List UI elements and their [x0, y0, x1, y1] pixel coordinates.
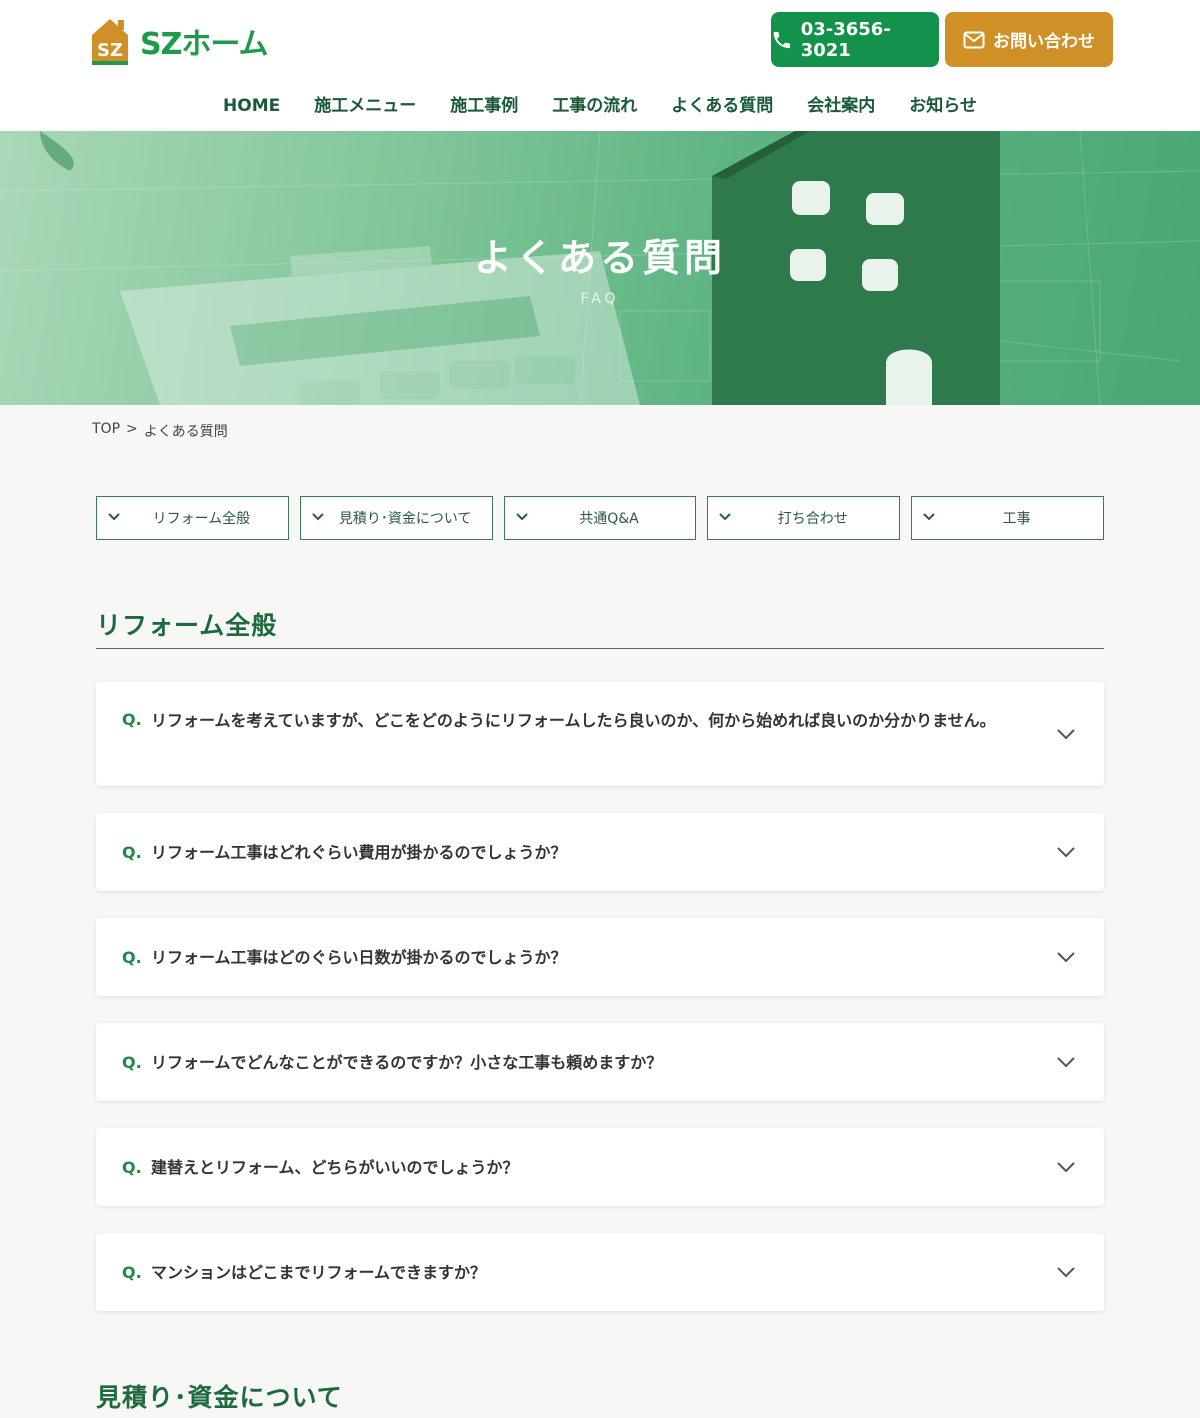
faq-question: リフォームでどんなことができるのですか？小さな工事も頼めますか？ — [151, 1053, 663, 1072]
hero-banner: よくある質問 FAQ — [0, 131, 1200, 405]
breadcrumb-current: よくある質問 — [143, 424, 228, 440]
tab-label: 打ち合わせ — [777, 511, 848, 527]
house-logo-icon: SZ — [88, 17, 132, 65]
page-title: よくある質問 — [473, 236, 726, 280]
main-nav: HOME 施工メニュー 施工事例 工事の流れ よくある質問 会社案内 お知らせ — [0, 88, 1200, 124]
faq-question: マンションはどこまでリフォームできますか？ — [151, 1263, 487, 1282]
section-title-estimate-funds: 見積り･資金について — [96, 1383, 343, 1412]
faq-question: リフォーム工事はどれぐらい費用が掛かるのでしょうか？ — [151, 843, 567, 862]
faq-item[interactable]: Q. マンションはどこまでリフォームできますか？ — [96, 1233, 1104, 1311]
breadcrumb-separator: > — [126, 421, 138, 437]
tab-label: 見積り･資金について — [338, 511, 472, 527]
tab-label: 工事 — [1002, 511, 1031, 527]
site-logo[interactable]: SZ SZホーム — [88, 16, 268, 66]
phone-icon — [773, 31, 790, 48]
chevron-down-icon — [1057, 952, 1075, 963]
faq-q-prefix: Q. — [122, 1263, 142, 1282]
site-header: SZ SZホーム 03-3656-3021 お問い合わせ HOME 施工メニュー… — [0, 0, 1200, 131]
faq-question: リフォーム工事はどのぐらい日数が掛かるのでしょうか？ — [151, 948, 567, 967]
section-title-reform-general: リフォーム全般 — [96, 606, 1104, 649]
faq-question: リフォームを考えていますが、どこをどのようにリフォームしたら良いのか、何から始め… — [151, 711, 996, 730]
tab-label: 共通Q&A — [579, 511, 639, 527]
logo-text: SZホーム — [140, 27, 268, 62]
chevron-down-icon — [1057, 1267, 1075, 1278]
chevron-down-icon — [1057, 1162, 1075, 1173]
faq-q-prefix: Q. — [122, 710, 142, 729]
tab-common-qa[interactable]: 共通Q&A — [503, 496, 697, 540]
tab-construction[interactable]: 工事 — [911, 496, 1104, 540]
chevron-down-icon — [1057, 847, 1075, 858]
chevron-down-icon — [108, 513, 120, 521]
nav-item-faq[interactable]: よくある質問 — [654, 88, 790, 124]
tab-estimate-funds[interactable]: 見積り･資金について — [299, 496, 493, 540]
nav-item-company[interactable]: 会社案内 — [790, 88, 892, 124]
chevron-down-icon — [312, 513, 324, 521]
category-tabs: リフォーム全般 見積り･資金について 共通Q&A 打ち合わせ 工事 — [96, 496, 1104, 540]
page-subtitle: FAQ — [580, 291, 620, 307]
tab-reform-general[interactable]: リフォーム全般 — [96, 496, 289, 540]
nav-item-home[interactable]: HOME — [206, 88, 297, 124]
breadcrumb-home-link[interactable]: TOP — [92, 421, 120, 441]
tab-label: リフォーム全般 — [152, 511, 251, 527]
nav-item-flow[interactable]: 工事の流れ — [535, 88, 654, 124]
faq-item[interactable]: Q. リフォームでどんなことができるのですか？小さな工事も頼めますか？ — [96, 1023, 1104, 1101]
chevron-down-icon — [1057, 1057, 1075, 1068]
chevron-down-icon — [515, 513, 528, 521]
breadcrumb: TOP > よくある質問 — [92, 421, 228, 441]
faq-question: 建替えとリフォーム、どちらがいいのでしょうか？ — [151, 1158, 519, 1177]
tab-meeting[interactable]: 打ち合わせ — [707, 496, 901, 540]
chevron-down-icon — [719, 513, 732, 521]
faq-q-prefix: Q. — [122, 948, 142, 967]
contact-label: お問い合わせ — [993, 32, 1095, 52]
logo-badge-text: SZ — [97, 40, 123, 61]
nav-item-news[interactable]: お知らせ — [892, 88, 994, 124]
faq-item[interactable]: Q. 建替えとリフォーム、どちらがいいのでしょうか？ — [96, 1128, 1104, 1206]
chevron-down-icon — [923, 513, 935, 521]
phone-button[interactable]: 03-3656-3021 — [771, 12, 939, 67]
nav-item-works[interactable]: 施工事例 — [433, 88, 535, 124]
faq-q-prefix: Q. — [122, 1158, 142, 1177]
faq-q-prefix: Q. — [122, 1053, 142, 1072]
faq-item[interactable]: Q. リフォーム工事はどれぐらい費用が掛かるのでしょうか？ — [96, 813, 1104, 891]
contact-button[interactable]: お問い合わせ — [945, 12, 1113, 67]
mail-icon — [963, 31, 985, 48]
nav-item-menu[interactable]: 施工メニュー — [297, 88, 433, 124]
faq-item[interactable]: Q. リフォームを考えていますが、どこをどのようにリフォームしたら良いのか、何か… — [96, 682, 1104, 786]
faq-q-prefix: Q. — [122, 843, 142, 862]
faq-item[interactable]: Q. リフォーム工事はどのぐらい日数が掛かるのでしょうか？ — [96, 918, 1104, 996]
chevron-down-icon — [1057, 729, 1075, 740]
phone-number: 03-3656-3021 — [800, 18, 891, 61]
